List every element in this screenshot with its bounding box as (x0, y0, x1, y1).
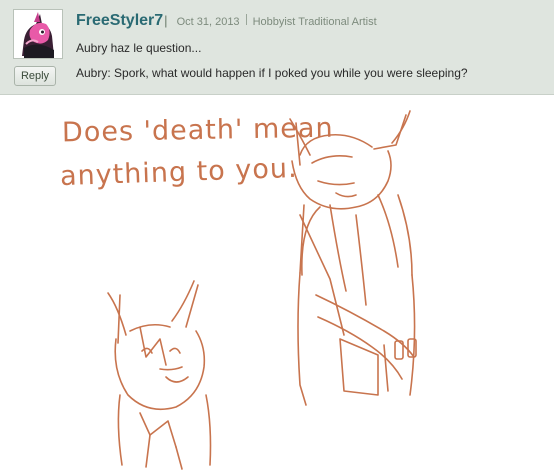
user-symbol: | (164, 13, 168, 28)
sketch-figures-icon (107, 110, 417, 470)
comment-date[interactable]: Oct 31, 2013 (177, 16, 240, 28)
comment-text-line: Aubry haz le question... (76, 41, 202, 55)
comment-text-line: Aubry: Spork, what would happen if I pok… (76, 66, 468, 80)
avatar[interactable] (13, 9, 63, 59)
pony-avatar-icon (14, 10, 62, 58)
reply-button[interactable]: Reply (14, 66, 56, 86)
sketch-image: Does 'death' mean anything to you. (0, 95, 554, 473)
comment-header: FreeStyler7 | Oct 31, 2013 Hobbyist Trad… (76, 12, 377, 34)
comment-box: Reply FreeStyler7 | Oct 31, 2013 Hobbyis… (0, 0, 554, 95)
username-link[interactable]: FreeStyler7 (76, 12, 163, 30)
user-title: Hobbyist Traditional Artist (252, 16, 377, 28)
header-divider (245, 14, 247, 25)
